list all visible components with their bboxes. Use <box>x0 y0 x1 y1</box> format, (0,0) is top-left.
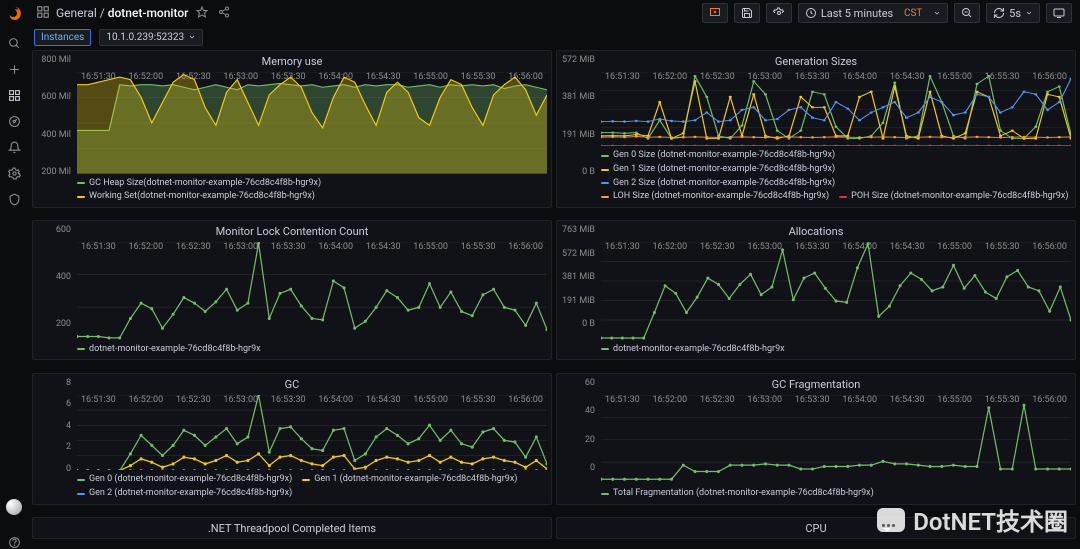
chart-area[interactable]: 16:51:3016:52:0016:52:3016:53:0016:53:30… <box>77 242 547 339</box>
save-button[interactable] <box>734 3 760 23</box>
help-icon[interactable] <box>7 535 21 549</box>
panel-lock[interactable]: Monitor Lock Contention Count60040020016… <box>32 220 552 360</box>
zoom-out-button[interactable] <box>954 3 980 23</box>
legend-item[interactable]: LOH Size (dotnet-monitor-example-76cd8c4… <box>601 191 829 203</box>
panel-cpu[interactable]: CPU <box>556 517 1076 539</box>
chart-area[interactable]: 16:51:3016:52:0016:52:3016:53:0016:53:30… <box>77 72 547 174</box>
plus-icon[interactable] <box>7 62 21 76</box>
chart-area[interactable]: 16:51:3016:52:0016:52:3016:53:0016:53:30… <box>601 72 1071 146</box>
server-admin-icon[interactable] <box>7 192 21 206</box>
sidebar <box>0 0 28 549</box>
panel-alloc[interactable]: Allocations763 MiB572 MiB381 MiB191 MiB0… <box>556 220 1076 360</box>
panel-memory[interactable]: Memory use800 Mil600 Mil400 Mil200 Mil16… <box>32 50 552 208</box>
legend-item[interactable]: Working Set(dotnet-monitor-example-76cd8… <box>77 191 315 203</box>
legend-item[interactable]: Total Fragmentation (dotnet-monitor-exam… <box>601 488 874 500</box>
panel-tp[interactable]: .NET Threadpool Completed Items <box>32 517 552 539</box>
variable-bar: Instances 10.1.0.239:52323 <box>28 26 1080 48</box>
star-icon[interactable] <box>194 6 210 21</box>
legend-item[interactable]: dotnet-monitor-example-76cd8c4f8b-hgr9x <box>601 344 785 356</box>
grafana-logo[interactable] <box>4 4 24 24</box>
legend-item[interactable]: Gen 0 Size (dotnet-monitor-example-76cd8… <box>601 150 835 162</box>
user-avatar[interactable] <box>6 499 22 515</box>
legend: Gen 0 Size (dotnet-monitor-example-76cd8… <box>557 148 1075 207</box>
legend: Total Fragmentation (dotnet-monitor-exam… <box>557 486 1075 504</box>
panel-title: Monitor Lock Contention Count <box>33 221 551 238</box>
legend-item[interactable]: Gen 0 (dotnet-monitor-example-76cd8c4f8b… <box>77 474 292 486</box>
panel-gc[interactable]: GC8642016:51:3016:52:0016:52:3016:53:001… <box>32 373 552 505</box>
legend-item[interactable]: dotnet-monitor-example-76cd8c4f8b-hgr9x <box>77 344 261 356</box>
variable-value-dropdown[interactable]: 10.1.0.239:52323 <box>99 29 203 46</box>
panel-title: .NET Threadpool Completed Items <box>33 518 551 539</box>
panel-title: CPU <box>557 518 1075 539</box>
alerting-icon[interactable] <box>7 140 21 154</box>
panel-title: GC Fragmentation <box>557 374 1075 391</box>
y-axis: 600400200 <box>33 225 75 329</box>
y-axis: 763 MiB572 MiB381 MiB191 MiB0 B <box>557 225 599 329</box>
legend: dotnet-monitor-example-76cd8c4f8b-hgr9x <box>33 342 551 360</box>
share-icon[interactable] <box>216 6 232 21</box>
panel-frag[interactable]: GC Fragmentation604020016:51:3016:52:001… <box>556 373 1076 505</box>
tv-mode-button[interactable] <box>1046 3 1072 23</box>
chart-area[interactable]: 16:51:3016:52:0016:52:3016:53:0016:53:30… <box>601 395 1071 484</box>
legend-item[interactable]: Gen 1 (dotnet-monitor-example-76cd8c4f8b… <box>302 474 517 486</box>
dashboards-icon[interactable] <box>7 88 21 102</box>
add-panel-button[interactable] <box>702 3 728 23</box>
chart-area[interactable]: 16:51:3016:52:0016:52:3016:53:0016:53:30… <box>601 242 1071 339</box>
y-axis: 6040200 <box>557 378 599 474</box>
timerange-picker[interactable]: Last 5 minutes CST <box>798 3 948 23</box>
legend-item[interactable]: Gen 2 (dotnet-monitor-example-76cd8c4f8b… <box>77 488 292 500</box>
variable-label[interactable]: Instances <box>34 29 91 46</box>
legend: Gen 0 (dotnet-monitor-example-76cd8c4f8b… <box>33 472 551 503</box>
panel-title: Allocations <box>557 221 1075 238</box>
configuration-icon[interactable] <box>7 166 21 180</box>
panel-title: Generation Sizes <box>557 51 1075 68</box>
y-axis: 86420 <box>33 378 75 474</box>
dashboards-grid-icon[interactable] <box>36 5 50 22</box>
legend-item[interactable]: Gen 2 Size (dotnet-monitor-example-76cd8… <box>601 178 835 190</box>
topbar: General / dotnet-monitor Last 5 minutes … <box>28 0 1080 26</box>
legend-item[interactable]: POH Size (dotnet-monitor-example-76cd8c4… <box>839 191 1068 203</box>
panel-title: Memory use <box>33 51 551 68</box>
panel-gensizes[interactable]: Generation Sizes572 MiB381 MiB191 MiB0 B… <box>556 50 1076 208</box>
chart-area[interactable]: 16:51:3016:52:0016:52:3016:53:0016:53:30… <box>77 395 547 471</box>
legend: GC Heap Size(dotnet-monitor-example-76cd… <box>33 176 551 207</box>
settings-button[interactable] <box>766 3 792 23</box>
search-icon[interactable] <box>7 36 21 50</box>
refresh-button[interactable]: 5s <box>986 3 1040 23</box>
explore-icon[interactable] <box>7 114 21 128</box>
panel-grid: Memory use800 Mil600 Mil400 Mil200 Mil16… <box>28 48 1080 549</box>
legend: dotnet-monitor-example-76cd8c4f8b-hgr9x <box>557 342 1075 360</box>
breadcrumb[interactable]: General / dotnet-monitor <box>56 6 188 20</box>
legend-item[interactable]: Gen 1 Size (dotnet-monitor-example-76cd8… <box>601 164 835 176</box>
legend-item[interactable]: GC Heap Size(dotnet-monitor-example-76cd… <box>77 178 321 190</box>
panel-title: GC <box>33 374 551 391</box>
y-axis: 800 Mil600 Mil400 Mil200 Mil <box>33 55 75 177</box>
y-axis: 572 MiB381 MiB191 MiB0 B <box>557 55 599 177</box>
